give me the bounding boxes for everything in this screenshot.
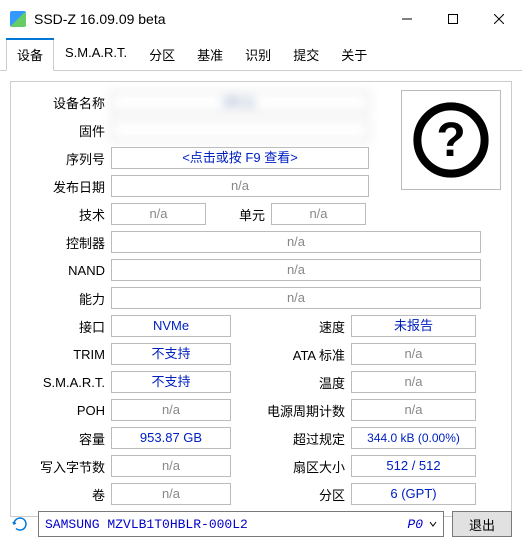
- value-sector-size: 512 / 512: [351, 455, 476, 477]
- chevron-down-icon: [429, 517, 437, 532]
- label-firmware: 固件: [21, 121, 111, 140]
- device-select[interactable]: SAMSUNG MZVLB1T0HBLR-000L2 P0: [38, 511, 444, 537]
- value-temp: n/a: [351, 371, 476, 393]
- content-area: ? 设备名称 AN )L 固件 序列号 <点击或按 F9 查看> 发布日期 n/…: [0, 71, 522, 527]
- label-unit: 单元: [206, 205, 271, 224]
- label-interface: 接口: [21, 317, 111, 336]
- label-smart: S.M.A.R.T.: [21, 375, 111, 390]
- value-ata-std: n/a: [351, 343, 476, 365]
- label-tech: 技术: [21, 205, 111, 224]
- device-select-slot: P0: [407, 517, 423, 532]
- tab-smart[interactable]: S.M.A.R.T.: [54, 38, 138, 71]
- label-device-name: 设备名称: [21, 93, 111, 112]
- value-serial[interactable]: <点击或按 F9 查看>: [111, 147, 369, 169]
- tab-submit[interactable]: 提交: [282, 38, 330, 71]
- value-trim: 不支持: [111, 343, 231, 365]
- label-overprov: 超过规定: [231, 429, 351, 448]
- tab-about[interactable]: 关于: [330, 38, 378, 71]
- footer: SAMSUNG MZVLB1T0HBLR-000L2 P0 退出: [10, 511, 512, 537]
- value-power-cycles: n/a: [351, 399, 476, 421]
- value-overprov: 344.0 kB (0.00%): [351, 427, 476, 449]
- label-serial: 序列号: [21, 149, 111, 168]
- value-poh: n/a: [111, 399, 231, 421]
- svg-text:?: ?: [436, 114, 465, 167]
- maximize-button[interactable]: [430, 4, 476, 34]
- value-interface: NVMe: [111, 315, 231, 337]
- label-poh: POH: [21, 403, 111, 418]
- tab-device[interactable]: 设备: [6, 38, 54, 71]
- label-speed: 速度: [231, 317, 351, 336]
- question-mark-icon: ?: [411, 100, 491, 180]
- close-button[interactable]: [476, 4, 522, 34]
- window-controls: [384, 4, 522, 34]
- value-release: n/a: [111, 175, 369, 197]
- minimize-button[interactable]: [384, 4, 430, 34]
- label-write-bytes: 写入字节数: [21, 457, 111, 476]
- titlebar: SSD-Z 16.09.09 beta: [0, 0, 522, 37]
- device-image: ?: [401, 90, 501, 190]
- value-smart: 不支持: [111, 371, 231, 393]
- value-firmware: [111, 119, 369, 141]
- tab-identify[interactable]: 识别: [234, 38, 282, 71]
- value-ability: n/a: [111, 287, 481, 309]
- value-write-bytes: n/a: [111, 455, 231, 477]
- exit-button[interactable]: 退出: [452, 511, 512, 537]
- label-volume: 卷: [21, 485, 111, 504]
- label-partition: 分区: [231, 485, 351, 504]
- value-tech: n/a: [111, 203, 206, 225]
- label-capacity: 容量: [21, 429, 111, 448]
- label-ability: 能力: [21, 289, 111, 308]
- label-trim: TRIM: [21, 347, 111, 362]
- label-power-cycles: 电源周期计数: [231, 401, 351, 420]
- app-icon: [10, 11, 26, 27]
- tab-partition[interactable]: 分区: [138, 38, 186, 71]
- device-fieldset: ? 设备名称 AN )L 固件 序列号 <点击或按 F9 查看> 发布日期 n/…: [10, 81, 512, 517]
- label-ata-std: ATA 标准: [231, 345, 351, 364]
- value-speed: 未报告: [351, 315, 476, 337]
- titlebar-text: SSD-Z 16.09.09 beta: [34, 11, 384, 27]
- value-partition: 6 (GPT): [351, 483, 476, 505]
- label-sector-size: 扇区大小: [231, 457, 351, 476]
- label-temp: 温度: [231, 373, 351, 392]
- tab-benchmark[interactable]: 基准: [186, 38, 234, 71]
- value-volume: n/a: [111, 483, 231, 505]
- label-nand: NAND: [21, 263, 111, 278]
- tab-bar: 设备 S.M.A.R.T. 分区 基准 识别 提交 关于: [0, 37, 522, 71]
- label-release: 发布日期: [21, 177, 111, 196]
- value-controller: n/a: [111, 231, 481, 253]
- label-controller: 控制器: [21, 233, 111, 252]
- refresh-icon[interactable]: [10, 514, 30, 534]
- value-device-name: AN )L: [111, 91, 369, 113]
- device-select-text: SAMSUNG MZVLB1T0HBLR-000L2: [45, 517, 407, 532]
- value-nand: n/a: [111, 259, 481, 281]
- value-capacity: 953.87 GB: [111, 427, 231, 449]
- value-unit: n/a: [271, 203, 366, 225]
